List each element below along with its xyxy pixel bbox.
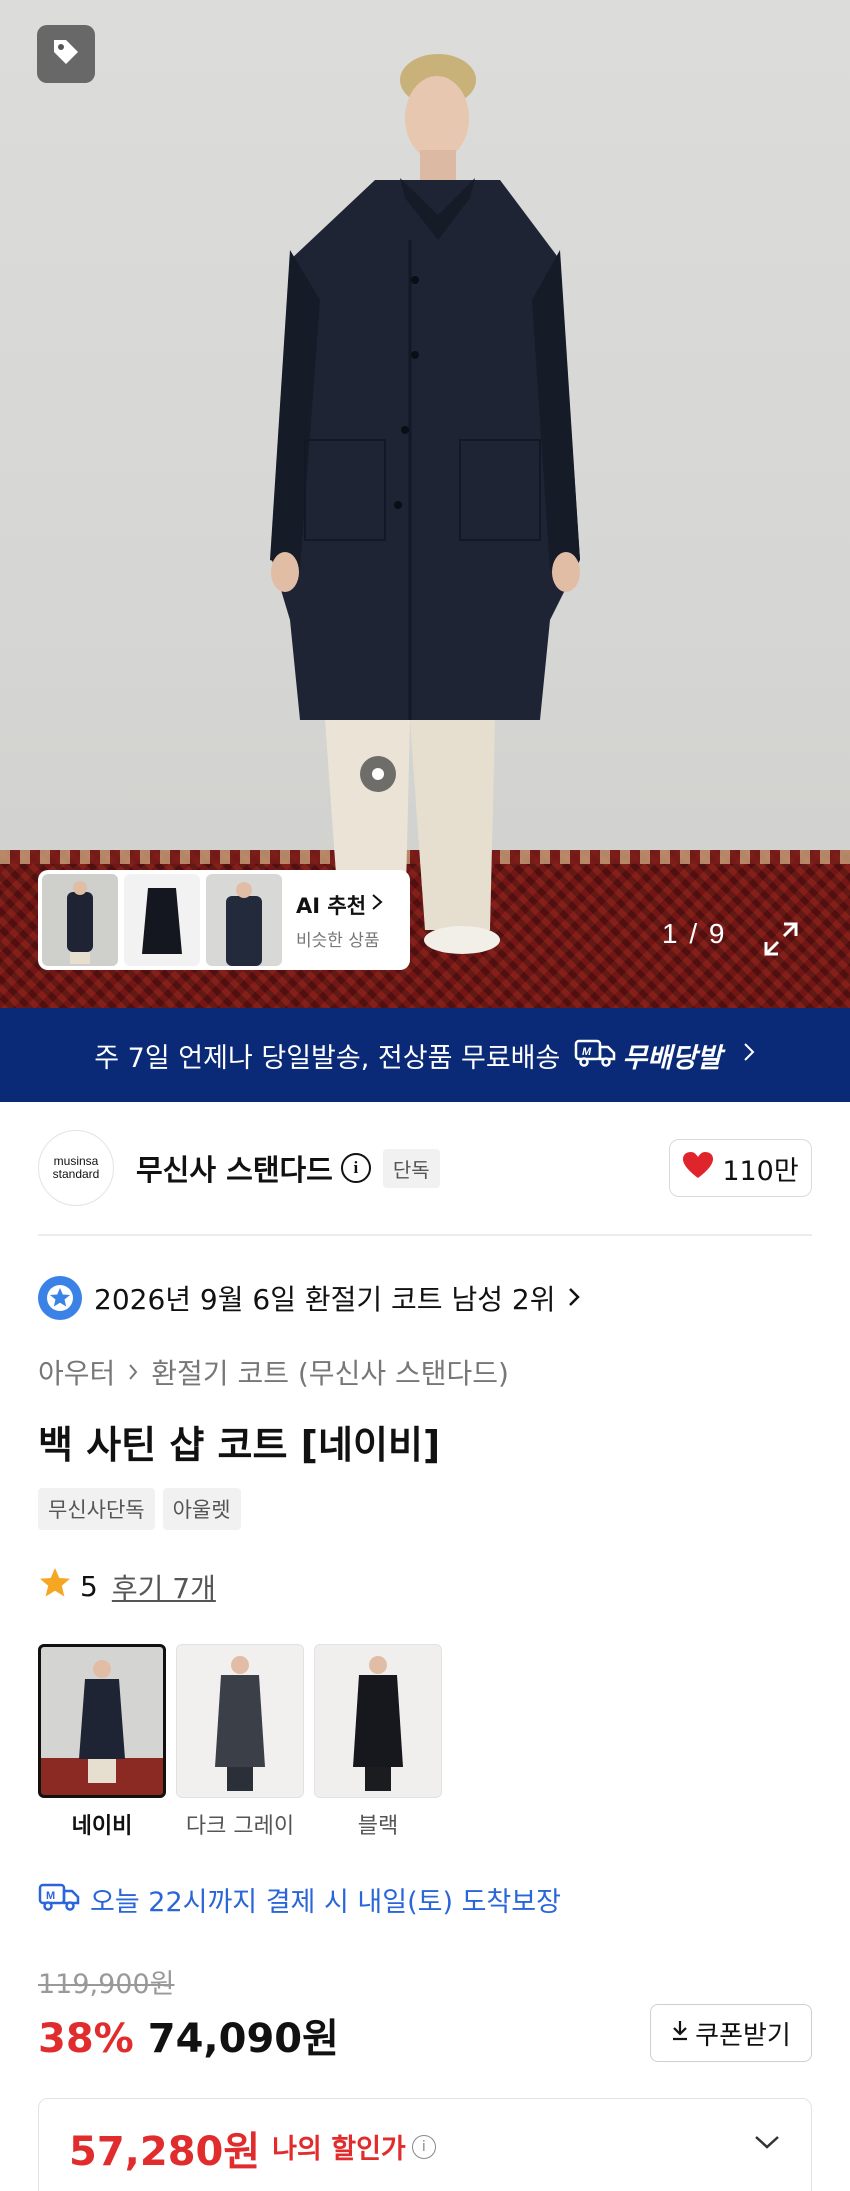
product-tag: 아울렛 bbox=[162, 1488, 241, 1530]
delivery-truck-icon: M bbox=[38, 1881, 80, 1918]
image-counter: 1 / 9 bbox=[662, 918, 727, 949]
free-delivery-logo-text: 무배당발 bbox=[622, 1042, 722, 1074]
my-discount-price-panel[interactable]: 57,280원 나의 할인가 i bbox=[38, 2098, 812, 2191]
color-label: 블랙 bbox=[357, 1814, 399, 1839]
ranking-link[interactable]: 2026년 9월 6일 환절기 코트 남성 2위 bbox=[38, 1276, 581, 1320]
svg-text:M: M bbox=[582, 1046, 592, 1058]
original-price: 119,900원 bbox=[38, 1969, 175, 2000]
rating-row: 5 후기 7개 bbox=[38, 1566, 216, 1607]
my-price-label: 나의 할인가 bbox=[272, 2134, 406, 2165]
delivery-truck-icon: M bbox=[574, 1037, 616, 1074]
ai-recommend-thumb-1[interactable] bbox=[42, 874, 118, 966]
breadcrumb: 아우터 환절기 코트 (무신사 스탠다드) bbox=[38, 1352, 509, 1392]
product-image-carousel[interactable]: AI 추천 비슷한 상품 1 / 9 bbox=[0, 0, 850, 1008]
ai-recommend-title: AI 추천 bbox=[296, 893, 367, 918]
color-options: 네이비 다크 그레이 블랙 bbox=[38, 1644, 442, 1840]
color-swatch-navy[interactable] bbox=[38, 1644, 166, 1798]
rating-score: 5 bbox=[80, 1570, 98, 1603]
chevron-right-icon bbox=[567, 1282, 581, 1315]
chevron-right-icon bbox=[127, 1356, 139, 1389]
coupon-label: 쿠폰받기 bbox=[695, 2020, 791, 2051]
ranking-text: 2026년 9월 6일 환절기 코트 남성 2위 bbox=[94, 1283, 556, 1316]
brand-logo[interactable]: musinsa standard bbox=[38, 1130, 114, 1206]
discount-rate: 38% bbox=[38, 2016, 134, 2062]
my-price-value: 57,280원 bbox=[69, 2129, 261, 2175]
color-label: 다크 그레이 bbox=[185, 1814, 295, 1839]
like-button[interactable]: 110만 bbox=[669, 1139, 812, 1197]
coupon-button[interactable]: 쿠폰받기 bbox=[650, 2004, 812, 2062]
divider bbox=[38, 1234, 812, 1236]
carousel-video-indicator[interactable] bbox=[360, 756, 396, 792]
like-count: 110만 bbox=[722, 1155, 799, 1187]
delivery-text: 오늘 22시까지 결제 시 내일(토) 도착보장 bbox=[90, 1887, 561, 1918]
color-swatch-black[interactable] bbox=[314, 1644, 442, 1798]
ai-recommend-subtitle: 비슷한 상품 bbox=[296, 930, 380, 951]
sale-price: 74,090원 bbox=[147, 2016, 339, 2062]
color-label: 네이비 bbox=[71, 1814, 133, 1839]
color-option-dark-gray[interactable]: 다크 그레이 bbox=[176, 1644, 304, 1840]
svg-text:M: M bbox=[46, 1890, 55, 1902]
product-tag: 무신사단독 bbox=[38, 1488, 155, 1530]
free-shipping-banner[interactable]: 주 7일 언제나 당일발송, 전상품 무료배송 M 무배당발 bbox=[0, 1008, 850, 1102]
ai-recommend-thumb-3[interactable] bbox=[206, 874, 282, 966]
exclusive-badge: 단독 bbox=[382, 1148, 440, 1188]
download-icon bbox=[671, 2018, 689, 2048]
brand-logo-line2: standard bbox=[52, 1167, 100, 1181]
expand-icon[interactable] bbox=[762, 920, 800, 958]
breadcrumb-parent[interactable]: 아우터 bbox=[38, 1352, 115, 1392]
review-count-link[interactable]: 후기 7개 bbox=[112, 1567, 216, 1607]
color-option-navy[interactable]: 네이비 bbox=[38, 1644, 166, 1840]
chevron-right-icon bbox=[370, 892, 384, 917]
chevron-right-icon bbox=[742, 1040, 756, 1070]
info-icon[interactable]: i bbox=[411, 2134, 436, 2159]
chevron-down-icon[interactable] bbox=[753, 2133, 781, 2155]
product-title: 백 사틴 샵 코트 [네이비] bbox=[38, 1423, 441, 1467]
ai-recommendation-card[interactable]: AI 추천 비슷한 상품 bbox=[38, 870, 410, 970]
price-tag-button[interactable] bbox=[37, 25, 95, 83]
brand-name-link[interactable]: 무신사 스탠다드 bbox=[136, 1147, 333, 1189]
free-delivery-logo: M 무배당발 bbox=[574, 1036, 722, 1075]
delivery-guarantee: M 오늘 22시까지 결제 시 내일(토) 도착보장 bbox=[38, 1880, 561, 1919]
star-icon bbox=[38, 1566, 72, 1607]
info-icon[interactable]: i bbox=[340, 1153, 371, 1183]
breadcrumb-child[interactable]: 환절기 코트 (무신사 스탠다드) bbox=[151, 1352, 509, 1392]
ai-recommend-thumb-2[interactable] bbox=[124, 874, 200, 966]
heart-icon bbox=[682, 1151, 714, 1186]
product-photo-model bbox=[270, 54, 580, 954]
banner-text: 주 7일 언제나 당일발송, 전상품 무료배송 bbox=[94, 1042, 561, 1074]
color-option-black[interactable]: 블랙 bbox=[314, 1644, 442, 1840]
brand-row: musinsa standard 무신사 스탠다드 i 단독 110만 bbox=[38, 1130, 812, 1206]
tag-icon bbox=[50, 36, 82, 72]
product-tags: 무신사단독 아울렛 bbox=[38, 1488, 241, 1530]
color-swatch-dark-gray[interactable] bbox=[176, 1644, 304, 1798]
star-badge-icon bbox=[38, 1276, 82, 1320]
price-row: 38% 74,090원 bbox=[38, 2006, 339, 2064]
